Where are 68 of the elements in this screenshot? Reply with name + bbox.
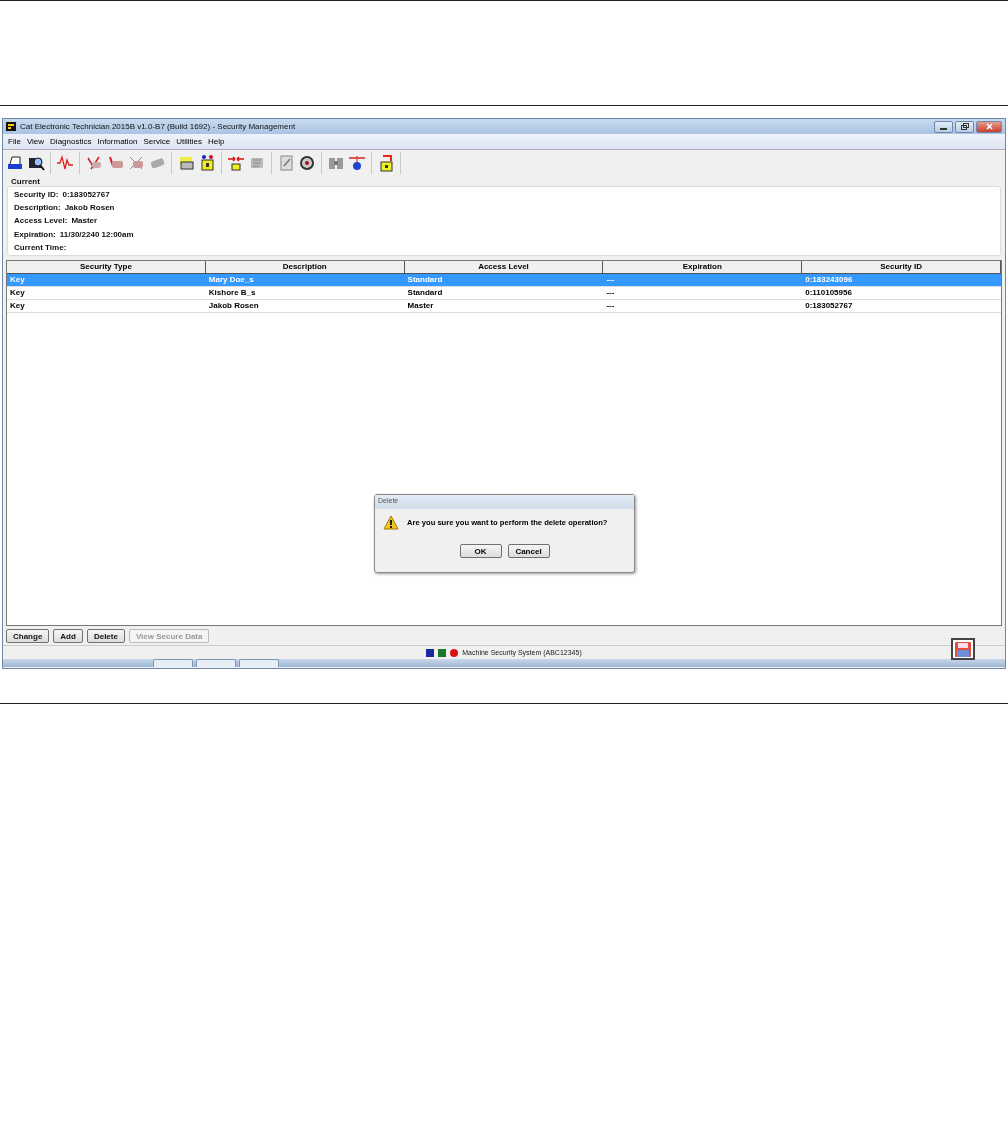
table-cell-text: 0:110105956 xyxy=(804,287,853,299)
app-logo-icon xyxy=(6,122,16,131)
table-cell-text: Kishore B_s xyxy=(207,287,257,299)
field-value: 0:183052767 xyxy=(62,190,110,200)
taskbar-button[interactable] xyxy=(196,659,236,667)
restore-button[interactable] xyxy=(955,120,974,133)
table-cell-text: Standard xyxy=(406,274,444,286)
restore-icon xyxy=(960,123,969,130)
table-row[interactable]: Key Kishore B_s Standard --- 0:110105956 xyxy=(7,287,1001,300)
table-cell-text: --- xyxy=(605,274,616,286)
field-label: Current Time: xyxy=(14,242,67,252)
minimize-button[interactable] xyxy=(934,120,953,133)
plug-icon[interactable] xyxy=(348,154,366,172)
table-cell-text: Key xyxy=(9,274,26,286)
table-cell-text: 0:183243096 xyxy=(804,274,854,286)
table-cell-text: --- xyxy=(605,287,616,299)
save-button[interactable] xyxy=(951,638,975,660)
table-cell-text: Jakob Rosen xyxy=(207,300,260,312)
table-row[interactable]: Key Jakob Rosen Master --- 0:183052767 xyxy=(7,300,1001,313)
window-title: Cat Electronic Technician 2015B v1.0-B7 (Build 1692) - Security Management xyxy=(20,122,296,131)
action-button[interactable]: Delete xyxy=(86,629,125,643)
arrows-icon[interactable] xyxy=(227,154,245,172)
column-header[interactable]: Security ID xyxy=(802,261,1001,273)
field-label: Security ID: xyxy=(14,190,59,200)
magnifier-icon[interactable] xyxy=(27,154,45,172)
table-cell-text: Standard xyxy=(406,287,444,299)
papers-icon[interactable] xyxy=(177,154,195,172)
gear-icon[interactable] xyxy=(298,154,316,172)
table-cell-text: --- xyxy=(605,300,616,312)
menu-item[interactable]: Information xyxy=(94,137,141,146)
menu-item[interactable]: Diagnostics xyxy=(47,137,95,146)
table-cell-text: Key xyxy=(9,287,26,299)
field-value: 11/30/2240 12:00am xyxy=(59,229,134,239)
menu-item[interactable]: File xyxy=(5,137,24,146)
section-heading: Current xyxy=(11,177,41,186)
square-icon xyxy=(438,648,447,657)
table-cell-text: Key xyxy=(9,300,26,312)
printer-icon[interactable] xyxy=(6,154,24,172)
taskbar-button[interactable] xyxy=(153,659,193,667)
close-icon xyxy=(985,123,993,130)
column-header[interactable]: Expiration xyxy=(603,261,803,273)
action-button[interactable]: Change xyxy=(6,629,50,643)
column-header[interactable]: Description xyxy=(205,261,405,273)
menu-item[interactable]: Help xyxy=(204,137,228,146)
field-label: Expiration: xyxy=(14,229,56,239)
connector-icon[interactable] xyxy=(198,154,216,172)
close-button[interactable] xyxy=(976,120,1002,133)
ok-button[interactable]: OK xyxy=(459,544,502,558)
cancel-button[interactable]: Cancel xyxy=(507,544,550,558)
square-icon xyxy=(426,648,435,657)
field-value: Jakob Rosen xyxy=(64,203,115,213)
field-value: Master xyxy=(71,216,98,226)
menu-item[interactable]: Service xyxy=(140,137,174,146)
menu-item[interactable]: Utilities xyxy=(173,137,205,146)
warning-icon xyxy=(383,515,399,530)
field-label: Description: xyxy=(14,203,61,213)
field-label: Access Level: xyxy=(14,216,68,226)
table-cell-text: 0:183052767 xyxy=(804,300,854,312)
table-cell-text: Master xyxy=(406,300,435,312)
dot-icon xyxy=(450,648,459,657)
table-cell-text: Mary Doe_s xyxy=(207,274,255,286)
action-button[interactable]: Add xyxy=(53,629,83,643)
connector-icon[interactable] xyxy=(377,154,395,172)
column-header[interactable]: Access Level xyxy=(404,261,604,273)
menu-item[interactable]: View xyxy=(23,137,48,146)
column-header[interactable]: Security Type xyxy=(7,261,206,273)
taskbar-button[interactable] xyxy=(239,659,279,667)
waveform-icon[interactable] xyxy=(56,154,74,172)
